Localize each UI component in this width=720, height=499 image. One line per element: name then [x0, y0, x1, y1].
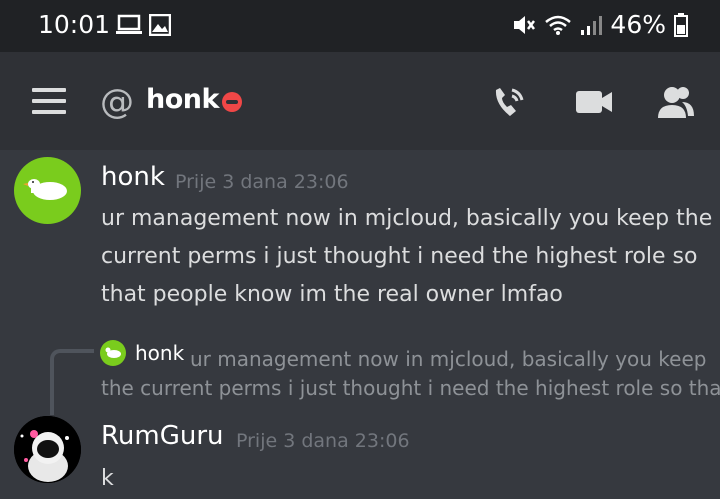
- reply-avatar: [100, 340, 126, 366]
- mute-icon: [514, 15, 536, 34]
- message-timestamp: Prije 3 dana 23:06: [175, 171, 349, 193]
- goose-avatar-icon: [105, 347, 121, 358]
- message-line: current perms i just thought i need the …: [101, 244, 698, 269]
- avatar[interactable]: [14, 416, 81, 483]
- message-line: ur management now in mjcloud, basically …: [101, 206, 713, 231]
- message-username[interactable]: RumGuru: [101, 421, 224, 451]
- message-line: that people know im the real owner lmfao: [101, 282, 563, 307]
- astronaut-avatar-icon: [14, 416, 81, 483]
- dm-at-icon: @: [100, 82, 134, 122]
- reply-connector: [50, 349, 94, 415]
- signal-icon: [581, 15, 603, 35]
- video-icon[interactable]: [574, 84, 614, 120]
- message-username[interactable]: honk: [101, 162, 165, 192]
- call-icon[interactable]: [490, 84, 530, 120]
- battery-percent: 46%: [610, 10, 666, 39]
- message-line: k: [101, 466, 114, 491]
- message-timestamp: Prije 3 dana 23:06: [236, 430, 410, 452]
- status-time: 10:01: [38, 10, 111, 39]
- members-icon[interactable]: [656, 84, 696, 120]
- reply-preview-text[interactable]: the current perms i just thought i need …: [101, 370, 720, 406]
- dnd-status-icon: [222, 92, 242, 112]
- reply-username[interactable]: honk: [135, 341, 184, 365]
- image-icon: [149, 14, 171, 36]
- channel-title: honk: [146, 84, 219, 115]
- laptop-icon: [116, 14, 142, 34]
- goose-avatar-icon: [23, 179, 67, 200]
- wifi-icon: [545, 15, 572, 35]
- battery-icon: [674, 12, 688, 37]
- status-bar: 10:01 46%: [0, 0, 720, 52]
- menu-icon[interactable]: [32, 88, 66, 114]
- avatar[interactable]: [14, 157, 81, 224]
